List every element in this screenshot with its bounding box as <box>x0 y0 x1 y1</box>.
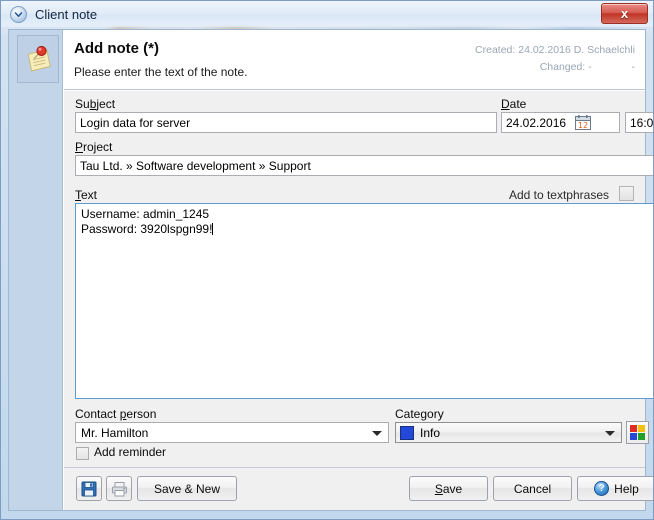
category-label: Category <box>395 407 444 421</box>
created-meta: Created: 24.02.2016 D. Schaelchli <box>475 44 635 56</box>
contact-person-select[interactable]: Mr. Hamilton <box>75 422 389 443</box>
palette-swatch-red <box>630 425 637 432</box>
color-palette-icon <box>630 425 645 440</box>
svg-text:12: 12 <box>578 121 588 130</box>
note-form: Subject Login data for server Date 24.02… <box>64 91 654 510</box>
subject-label: Subject <box>75 97 116 111</box>
category-select[interactable]: Info <box>395 422 622 443</box>
save-and-new-button[interactable]: Save & New <box>137 476 237 501</box>
subject-input[interactable]: Login data for server <box>75 112 497 133</box>
window-title: Client note <box>35 6 98 22</box>
note-pin-icon <box>17 35 59 83</box>
help-button[interactable]: ? Help <box>577 476 654 501</box>
note-textarea-content: Username: admin_1245 Password: 3920lspgn… <box>81 207 654 237</box>
add-reminder-label: Add reminder <box>94 445 167 459</box>
category-color-swatch <box>400 425 414 440</box>
chevron-down-icon <box>372 430 382 436</box>
window-titlebar: Client note x <box>1 1 653 27</box>
save-icon-button[interactable] <box>76 476 102 501</box>
project-label: Project <box>75 140 113 154</box>
changed-user: - <box>631 61 636 73</box>
cancel-button[interactable]: Cancel <box>493 476 572 501</box>
textphrases-label: Add to textphrases <box>508 188 609 202</box>
contact-person-value: Mr. Hamilton <box>81 425 149 440</box>
date-label: Date <box>501 97 527 111</box>
note-line-2: Password: 3920lspgn99! <box>81 222 213 236</box>
calendar-icon[interactable]: 12 <box>575 115 591 130</box>
time-input[interactable]: 16:08 <box>625 112 654 133</box>
printer-icon <box>111 481 127 496</box>
chevron-circle-icon <box>10 5 27 23</box>
palette-swatch-yellow <box>638 425 645 432</box>
changed-label: Changed: <box>539 61 586 73</box>
project-input[interactable]: Tau Ltd. » Software development » Suppor… <box>75 155 654 176</box>
left-accent-band <box>9 30 63 510</box>
help-button-label: Help <box>614 481 639 496</box>
floppy-disk-icon <box>81 481 97 496</box>
text-label: Text <box>75 188 98 202</box>
page-title: Add note (*) <box>74 40 159 57</box>
dialog-client-area: Add note (*) Please enter the text of th… <box>8 29 654 511</box>
created-date: 24.02.2016 <box>518 44 571 56</box>
note-textarea[interactable]: Username: admin_1245 Password: 3920lspgn… <box>75 203 654 399</box>
color-palette-button[interactable] <box>626 421 649 444</box>
chevron-down-icon <box>605 430 615 436</box>
page-subtitle: Please enter the text of the note. <box>74 65 248 79</box>
palette-swatch-green <box>638 433 645 440</box>
category-value: Info <box>420 425 441 440</box>
note-line-1: Username: admin_1245 <box>81 207 210 221</box>
close-button[interactable]: x <box>601 3 648 24</box>
save-button[interactable]: Save <box>409 476 488 501</box>
changed-value: - <box>588 61 592 73</box>
date-input[interactable]: 24.02.2016 <box>501 112 620 133</box>
client-note-window: Client note x Add note (*) Please enter <box>0 0 654 520</box>
dialog-header: Add note (*) Please enter the text of th… <box>64 30 645 90</box>
dialog-footer: Save & New Save Cancel ? Help <box>64 467 654 510</box>
contact-person-label: Contact person <box>75 407 157 421</box>
palette-swatch-blue <box>630 433 637 440</box>
text-caret <box>212 223 214 235</box>
add-reminder-checkbox[interactable] <box>76 447 89 460</box>
textphrases-checkbox[interactable] <box>619 186 634 201</box>
changed-meta: Changed: - - <box>540 61 635 73</box>
created-label: Created: <box>475 44 516 56</box>
created-user: D. Schaelchli <box>573 44 635 56</box>
help-question-icon: ? <box>594 481 610 496</box>
print-button[interactable] <box>106 476 132 501</box>
